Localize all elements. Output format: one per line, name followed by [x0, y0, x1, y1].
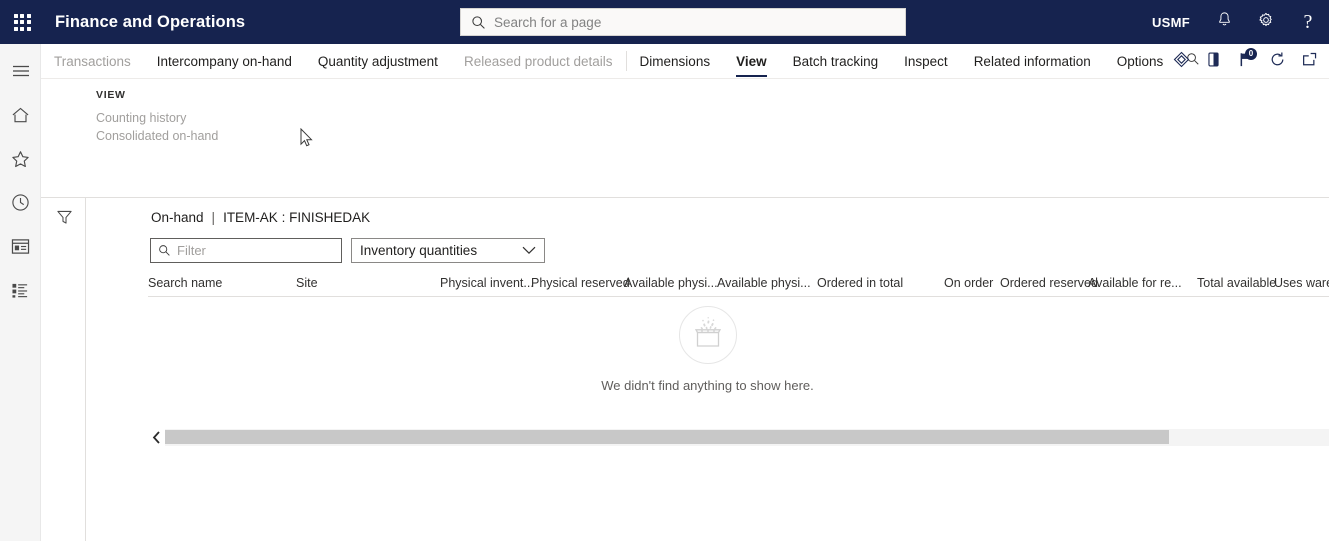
refresh-button[interactable]	[1261, 44, 1293, 79]
scrollbar-track[interactable]	[165, 429, 1329, 446]
notifications-button[interactable]	[1203, 0, 1245, 44]
modules-icon	[11, 282, 30, 304]
top-bar-right-group: USMF ?	[1139, 0, 1329, 44]
empty-state-graphic	[678, 306, 737, 364]
tab-inspect[interactable]: Inspect	[891, 44, 961, 79]
column-header-available-for-reservation[interactable]: Available for re...	[1088, 276, 1182, 290]
grid-column-headers: Search name Site Physical invent... Phys…	[148, 273, 1329, 297]
sidebar-item-favorites[interactable]	[0, 141, 41, 181]
grid-caption-detail: ITEM-AK : FINISHEDAK	[223, 210, 371, 225]
action-pane-right-icons: 0	[1165, 44, 1325, 79]
menu-item-counting-history[interactable]: Counting history	[96, 111, 186, 125]
view-menu-panel: VIEW Counting history Consolidated on-ha…	[41, 79, 1329, 198]
star-icon	[11, 150, 30, 173]
tab-transactions[interactable]: Transactions	[41, 44, 144, 79]
refresh-icon	[1269, 51, 1286, 73]
tab-quantity-adjustment[interactable]: Quantity adjustment	[305, 44, 451, 79]
global-search[interactable]	[460, 8, 906, 36]
column-header-total-available[interactable]: Total available	[1197, 276, 1276, 290]
gear-icon	[1257, 11, 1275, 34]
grid-panel: On-hand | ITEM-AK : FINISHEDAK Inventory…	[86, 198, 1329, 541]
tab-dimensions[interactable]: Dimensions	[627, 44, 724, 79]
tab-intercompany-on-hand[interactable]: Intercompany on-hand	[144, 44, 305, 79]
menu-group-title: VIEW	[96, 89, 126, 101]
empty-state: We didn't find anything to show here.	[86, 306, 1329, 393]
app-title: Finance and Operations	[55, 12, 246, 31]
empty-box-icon	[690, 316, 726, 355]
grid-caption-primary: On-hand	[151, 210, 204, 225]
tab-released-product-details[interactable]: Released product details	[451, 44, 626, 79]
workspaces-icon	[11, 238, 30, 260]
column-header-available-physical-2[interactable]: Available physi...	[717, 276, 811, 290]
column-header-site[interactable]: Site	[296, 276, 318, 290]
column-header-ordered-reserved[interactable]: Ordered reserved	[1000, 276, 1098, 290]
waffle-icon	[13, 13, 31, 31]
sidebar-item-hamburger[interactable]	[0, 53, 41, 93]
sidebar-item-workspaces[interactable]	[0, 229, 41, 269]
clock-icon	[11, 193, 30, 217]
sidebar-item-modules[interactable]	[0, 273, 41, 313]
chevron-down-icon	[522, 242, 536, 260]
column-header-search-name[interactable]: Search name	[148, 276, 222, 290]
flag-badge-count: 0	[1245, 48, 1257, 60]
empty-state-message: We didn't find anything to show here.	[601, 378, 814, 393]
tab-view[interactable]: View	[723, 44, 780, 79]
quick-filter[interactable]	[150, 238, 342, 263]
hamburger-menu-icon	[12, 64, 30, 83]
column-header-ordered-in-total[interactable]: Ordered in total	[817, 276, 903, 290]
filter-button[interactable]	[51, 207, 77, 233]
attachments-button[interactable]	[1197, 44, 1229, 79]
quick-filter-input[interactable]	[177, 240, 327, 261]
home-icon	[11, 106, 30, 129]
help-button[interactable]: ?	[1287, 0, 1329, 44]
column-header-physical-reserved[interactable]: Physical reserved	[531, 276, 630, 290]
personalize-button[interactable]	[1165, 44, 1197, 79]
filter-strip	[41, 198, 86, 541]
menu-item-consolidated-on-hand[interactable]: Consolidated on-hand	[96, 129, 218, 143]
column-view-select[interactable]: Inventory quantities	[351, 238, 545, 263]
attachments-icon	[1205, 51, 1222, 73]
search-input[interactable]	[494, 10, 884, 34]
column-view-selected-value: Inventory quantities	[360, 243, 478, 258]
open-in-new-window-icon	[1301, 51, 1318, 73]
search-icon	[158, 244, 171, 257]
scroll-left-button[interactable]	[148, 429, 165, 446]
column-header-available-physical-1[interactable]: Available physi...	[624, 276, 718, 290]
app-launcher-button[interactable]	[0, 0, 44, 44]
left-navigation-rail	[0, 44, 41, 541]
company-selector[interactable]: USMF	[1139, 15, 1203, 30]
top-navigation-bar: Finance and Operations USMF ?	[0, 0, 1329, 44]
column-header-physical-inventory[interactable]: Physical invent...	[440, 276, 534, 290]
flag-button[interactable]: 0	[1229, 44, 1261, 79]
action-pane-tabstrip: Transactions Intercompany on-hand Quanti…	[41, 44, 1329, 79]
personalize-icon	[1173, 51, 1190, 73]
tab-related-information[interactable]: Related information	[961, 44, 1104, 79]
question-icon: ?	[1303, 11, 1313, 33]
column-header-uses-warehouse[interactable]: Uses warehous...	[1274, 276, 1329, 290]
grid-caption-separator: |	[211, 210, 216, 225]
sidebar-item-home[interactable]	[0, 97, 41, 137]
horizontal-scrollbar[interactable]	[148, 429, 1329, 446]
column-header-on-order[interactable]: On order	[944, 276, 993, 290]
settings-button[interactable]	[1245, 0, 1287, 44]
on-hand-grid-region: On-hand | ITEM-AK : FINISHEDAK Inventory…	[41, 198, 1329, 541]
bell-icon	[1216, 11, 1233, 33]
filter-icon	[56, 209, 73, 231]
scrollbar-thumb[interactable]	[165, 430, 1169, 444]
grid-caption: On-hand | ITEM-AK : FINISHEDAK	[151, 210, 370, 225]
search-icon	[471, 15, 486, 30]
sidebar-item-recent[interactable]	[0, 185, 41, 225]
open-in-new-window-button[interactable]	[1293, 44, 1325, 79]
tab-batch-tracking[interactable]: Batch tracking	[780, 44, 892, 79]
